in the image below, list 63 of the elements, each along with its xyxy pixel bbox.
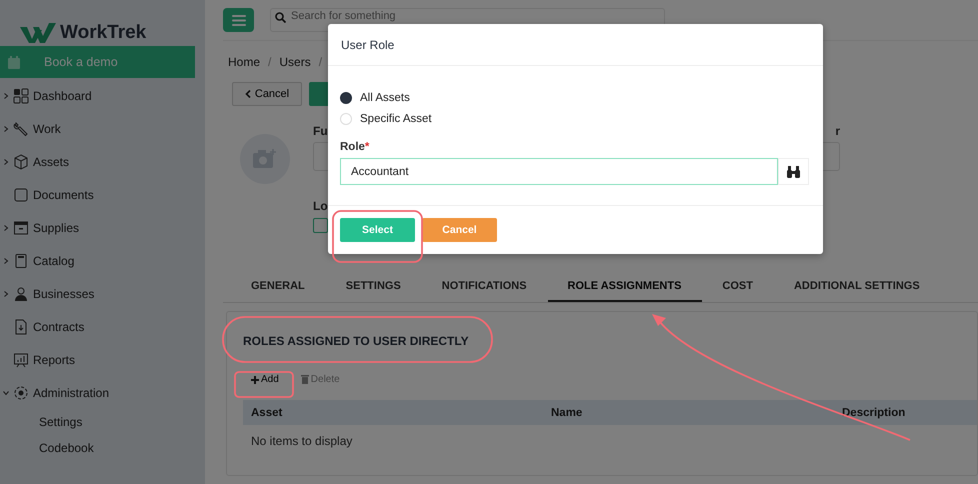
select-button[interactable]: Select — [340, 218, 415, 242]
section-heading: ROLES ASSIGNED TO USER DIRECTLY — [243, 334, 469, 348]
trash-icon — [300, 375, 309, 384]
logo-icon — [20, 23, 56, 43]
logo-text: WorkTrek — [60, 22, 146, 44]
lookup-button[interactable] — [778, 158, 809, 185]
gear-icon — [13, 384, 29, 400]
menu-icon — [232, 14, 246, 26]
tab[interactable]: NOTIFICATIONS — [422, 272, 548, 302]
nav-item[interactable]: Businesses — [0, 277, 205, 310]
person-icon — [13, 286, 29, 302]
nav-subitem[interactable]: Codebook — [0, 435, 205, 461]
nav-item[interactable]: Dashboard — [0, 79, 205, 112]
column-header[interactable]: Name — [543, 406, 834, 418]
tab[interactable]: COST — [702, 272, 774, 302]
field-label: r — [835, 124, 840, 138]
field-label: Lo — [313, 199, 328, 213]
wrench-icon — [13, 120, 29, 136]
chevron-left-icon — [244, 90, 251, 98]
drawer-icon — [13, 220, 29, 236]
plus-icon — [251, 376, 259, 384]
window-icon — [13, 186, 29, 202]
field-label: Fu — [313, 124, 328, 138]
nav-item[interactable]: Contracts — [0, 310, 205, 343]
breadcrumb-separator: / — [318, 55, 322, 69]
binoculars-icon — [787, 166, 800, 178]
breadcrumb-link[interactable]: Home — [228, 55, 260, 69]
field-label: Role* — [340, 141, 370, 153]
role-field[interactable]: Accountant — [340, 158, 778, 185]
cancel-button[interactable]: Cancel — [422, 218, 497, 242]
avatar-placeholder[interactable] — [240, 134, 290, 184]
tab[interactable]: ADDITIONAL SETTINGS — [774, 272, 941, 302]
chart-icon — [13, 352, 29, 368]
book-icon — [13, 252, 29, 268]
nav-item[interactable]: Documents — [0, 178, 205, 211]
nav-item[interactable]: Administration — [0, 376, 205, 409]
tab[interactable]: GENERAL — [231, 272, 326, 302]
nav-item[interactable]: Assets — [0, 145, 205, 178]
column-header[interactable]: Asset — [243, 406, 543, 418]
nav-item[interactable]: Catalog — [0, 244, 205, 277]
breadcrumb-separator: / — [268, 55, 272, 69]
cancel-button[interactable]: Cancel — [232, 82, 302, 106]
nav-item[interactable]: Supplies — [0, 211, 205, 244]
search-icon — [275, 12, 286, 23]
nav-subitem[interactable]: Settings — [0, 409, 205, 435]
cube-icon — [13, 154, 29, 170]
radio-option[interactable]: Specific Asset — [340, 108, 811, 129]
breadcrumb-link[interactable]: Users — [279, 55, 311, 69]
radio-option[interactable]: All Assets — [340, 87, 811, 108]
nav-item[interactable]: Reports — [0, 343, 205, 376]
empty-message: No items to display — [250, 433, 354, 450]
highlight-outline — [234, 371, 294, 398]
calendar-icon — [8, 56, 20, 68]
column-header[interactable]: Description — [834, 406, 906, 418]
grid-icon — [13, 88, 29, 104]
tab[interactable]: SETTINGS — [326, 272, 422, 302]
menu-button[interactable] — [223, 8, 254, 32]
add-button[interactable]: Add — [245, 368, 285, 391]
tab[interactable]: ROLE ASSIGNMENTS — [548, 272, 702, 302]
radio-button[interactable] — [340, 92, 352, 104]
file-icon — [13, 318, 29, 334]
dialog-title: User Role — [341, 38, 394, 52]
nav-item[interactable]: Work — [0, 112, 205, 145]
